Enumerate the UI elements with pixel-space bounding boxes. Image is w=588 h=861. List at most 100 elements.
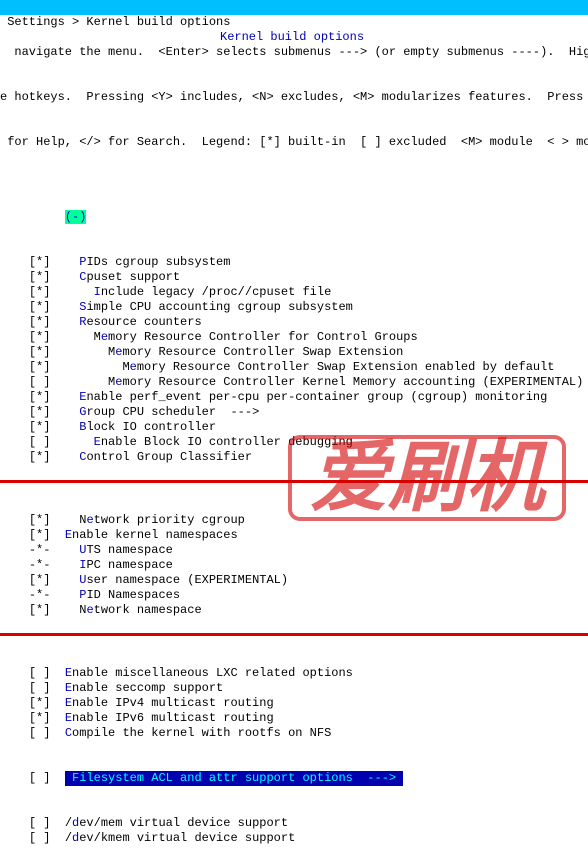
- menu-item-label: nclude legacy /proc//cpuset file: [101, 285, 331, 299]
- menu-item-label: ontrol Group Classifier: [86, 450, 252, 464]
- menu-item[interactable]: [*] Control Group Classifier: [0, 450, 588, 465]
- checkbox-state: [*]: [29, 315, 51, 329]
- hotkey-char: C: [65, 726, 72, 740]
- menu-item[interactable]: [*] Memory Resource Controller Swap Exte…: [0, 345, 588, 360]
- menu-item[interactable]: -*- PID Namespaces: [0, 588, 588, 603]
- menu-item[interactable]: [ ] Enable miscellaneous LXC related opt…: [0, 666, 588, 681]
- menu-item[interactable]: [ ] /dev/mem virtual device support: [0, 816, 588, 831]
- menu-item-label: puset support: [86, 270, 180, 284]
- menu-item-label: lock IO controller: [86, 420, 216, 434]
- menu-item[interactable]: [*] Enable IPv6 multicast routing: [0, 711, 588, 726]
- hotkey-char: e: [101, 330, 108, 344]
- menu-item[interactable]: [*] Network namespace: [0, 603, 588, 618]
- checkbox-state: [*]: [29, 285, 51, 299]
- hotkey-char: E: [65, 696, 72, 710]
- menu-item-label: ev/kmem virtual device support: [79, 831, 295, 845]
- help-line: navigate the menu. <Enter> selects subme…: [0, 45, 588, 60]
- menu-item[interactable]: [*] Simple CPU accounting cgroup subsyst…: [0, 300, 588, 315]
- menu-list[interactable]: [ ] Enable miscellaneous LXC related opt…: [0, 636, 588, 861]
- checkbox-state: [*]: [29, 330, 51, 344]
- checkbox-state: [ ]: [29, 681, 51, 695]
- menu-item-label: esource counters: [86, 315, 201, 329]
- menu-item-label: TS namespace: [86, 543, 172, 557]
- hotkey-char: E: [65, 528, 72, 542]
- hotkey-char: E: [65, 711, 72, 725]
- checkbox-state: [*]: [29, 528, 51, 542]
- breadcrumb: Settings > Kernel build options: [0, 15, 230, 30]
- menu-item[interactable]: [*] Enable kernel namespaces: [0, 528, 588, 543]
- hotkey-char: E: [94, 435, 101, 449]
- menu-item-label: ser namespace (EXPERIMENTAL): [86, 573, 288, 587]
- menu-item-label: ev/mem virtual device support: [79, 816, 288, 830]
- menu-item[interactable]: [ ] Memory Resource Controller Kernel Me…: [0, 375, 588, 390]
- checkbox-state: [*]: [29, 270, 51, 284]
- checkbox-state: [ ]: [29, 435, 51, 449]
- menu-item[interactable]: [*] Resource counters: [0, 315, 588, 330]
- checkbox-state: [*]: [29, 255, 51, 269]
- menu-item[interactable]: -*- UTS namespace: [0, 543, 588, 558]
- menu-item-selected[interactable]: [ ] Filesystem ACL and attr support opti…: [0, 771, 588, 786]
- menu-item[interactable]: -*- IPC namespace: [0, 558, 588, 573]
- menu-item-label: mory Resource Controller for Control Gro…: [108, 330, 418, 344]
- menu-item[interactable]: [*] Cpuset support: [0, 270, 588, 285]
- hotkey-char: I: [79, 558, 86, 572]
- menu-item[interactable]: [ ] /dev/kmem virtual device support: [0, 831, 588, 846]
- menu-item[interactable]: [*] Include legacy /proc//cpuset file: [0, 285, 588, 300]
- menu-item-label: twork priority cgroup: [94, 513, 245, 527]
- menu-item-label: IDs cgroup subsystem: [86, 255, 230, 269]
- menu-item-label: PC namespace: [86, 558, 172, 572]
- menu-item-label: twork namespace: [94, 603, 202, 617]
- menu-item-label: Filesystem ACL and attr support options: [72, 771, 353, 785]
- menu-item[interactable]: [*] Block IO controller: [0, 420, 588, 435]
- hotkey-char: e: [86, 603, 93, 617]
- checkbox-state: [ ]: [29, 726, 51, 740]
- hotkey-char: I: [94, 285, 101, 299]
- hotkey-char: d: [72, 816, 79, 830]
- hotkey-char: U: [79, 543, 86, 557]
- checkbox-state: [*]: [29, 603, 51, 617]
- checkbox-state: [*]: [29, 405, 51, 419]
- menu-item-label: roup CPU scheduler --->: [86, 405, 259, 419]
- menu-item-label: nable seccomp support: [72, 681, 223, 695]
- menu-list[interactable]: [*] Network priority cgroup [*] Enable k…: [0, 483, 588, 633]
- submenu-arrow-icon: --->: [353, 771, 396, 785]
- menu-item-label: nable miscellaneous LXC related options: [72, 666, 353, 680]
- checkbox-state: [*]: [29, 345, 51, 359]
- checkbox-state: [*]: [29, 390, 51, 404]
- help-line: for Help, </> for Search. Legend: [*] bu…: [0, 135, 588, 150]
- checkbox-state: [ ]: [29, 831, 51, 845]
- menu-item[interactable]: [*] Group CPU scheduler --->: [0, 405, 588, 420]
- checkbox-state: [ ]: [29, 375, 51, 389]
- checkbox-state: [*]: [29, 573, 51, 587]
- checkbox-state: [ ]: [29, 816, 51, 830]
- hotkey-char: E: [65, 666, 72, 680]
- menu-item-label: mory Resource Controller Swap Extension …: [137, 360, 555, 374]
- menu-item[interactable]: [*] Enable perf_event per-cpu per-contai…: [0, 390, 588, 405]
- menu-item[interactable]: [ ] Compile the kernel with rootfs on NF…: [0, 726, 588, 741]
- checkbox-state: [*]: [29, 513, 51, 527]
- menu-item[interactable]: [*] User namespace (EXPERIMENTAL): [0, 573, 588, 588]
- menu-item-label: nable IPv6 multicast routing: [72, 711, 274, 725]
- checkbox-state: [*]: [29, 450, 51, 464]
- menu-item-label: nable Block IO controller debugging: [101, 435, 353, 449]
- menu-item-label: nable perf_event per-cpu per-container g…: [86, 390, 547, 404]
- menu-item[interactable]: [*] Enable IPv4 multicast routing: [0, 696, 588, 711]
- menu-item-label: ID Namespaces: [86, 588, 180, 602]
- menu-list[interactable]: (-) [*] PIDs cgroup subsystem [*] Cpuset…: [0, 180, 588, 480]
- menu-item-label: mory Resource Controller Swap Extension: [122, 345, 403, 359]
- checkbox-state: [ ]: [29, 666, 51, 680]
- menu-item[interactable]: [ ] Enable seccomp support: [0, 681, 588, 696]
- checkbox-state: [*]: [29, 420, 51, 434]
- menu-item[interactable]: [*] Network priority cgroup: [0, 513, 588, 528]
- menu-item[interactable]: [ ] Enable Block IO controller debugging: [0, 435, 588, 450]
- scroll-marker: (-): [0, 210, 588, 225]
- hotkey-char: U: [79, 573, 86, 587]
- menu-item[interactable]: [*] Memory Resource Controller Swap Exte…: [0, 360, 588, 375]
- menu-item[interactable]: [*] Memory Resource Controller for Contr…: [0, 330, 588, 345]
- title-bar: Settings > Kernel build options Kernel b…: [0, 0, 588, 15]
- help-line: e hotkeys. Pressing <Y> includes, <N> ex…: [0, 90, 588, 105]
- menu-item[interactable]: [*] PIDs cgroup subsystem: [0, 255, 588, 270]
- hotkey-char: e: [86, 513, 93, 527]
- hotkey-char: d: [72, 831, 79, 845]
- dialog-title: Kernel build options: [220, 30, 364, 45]
